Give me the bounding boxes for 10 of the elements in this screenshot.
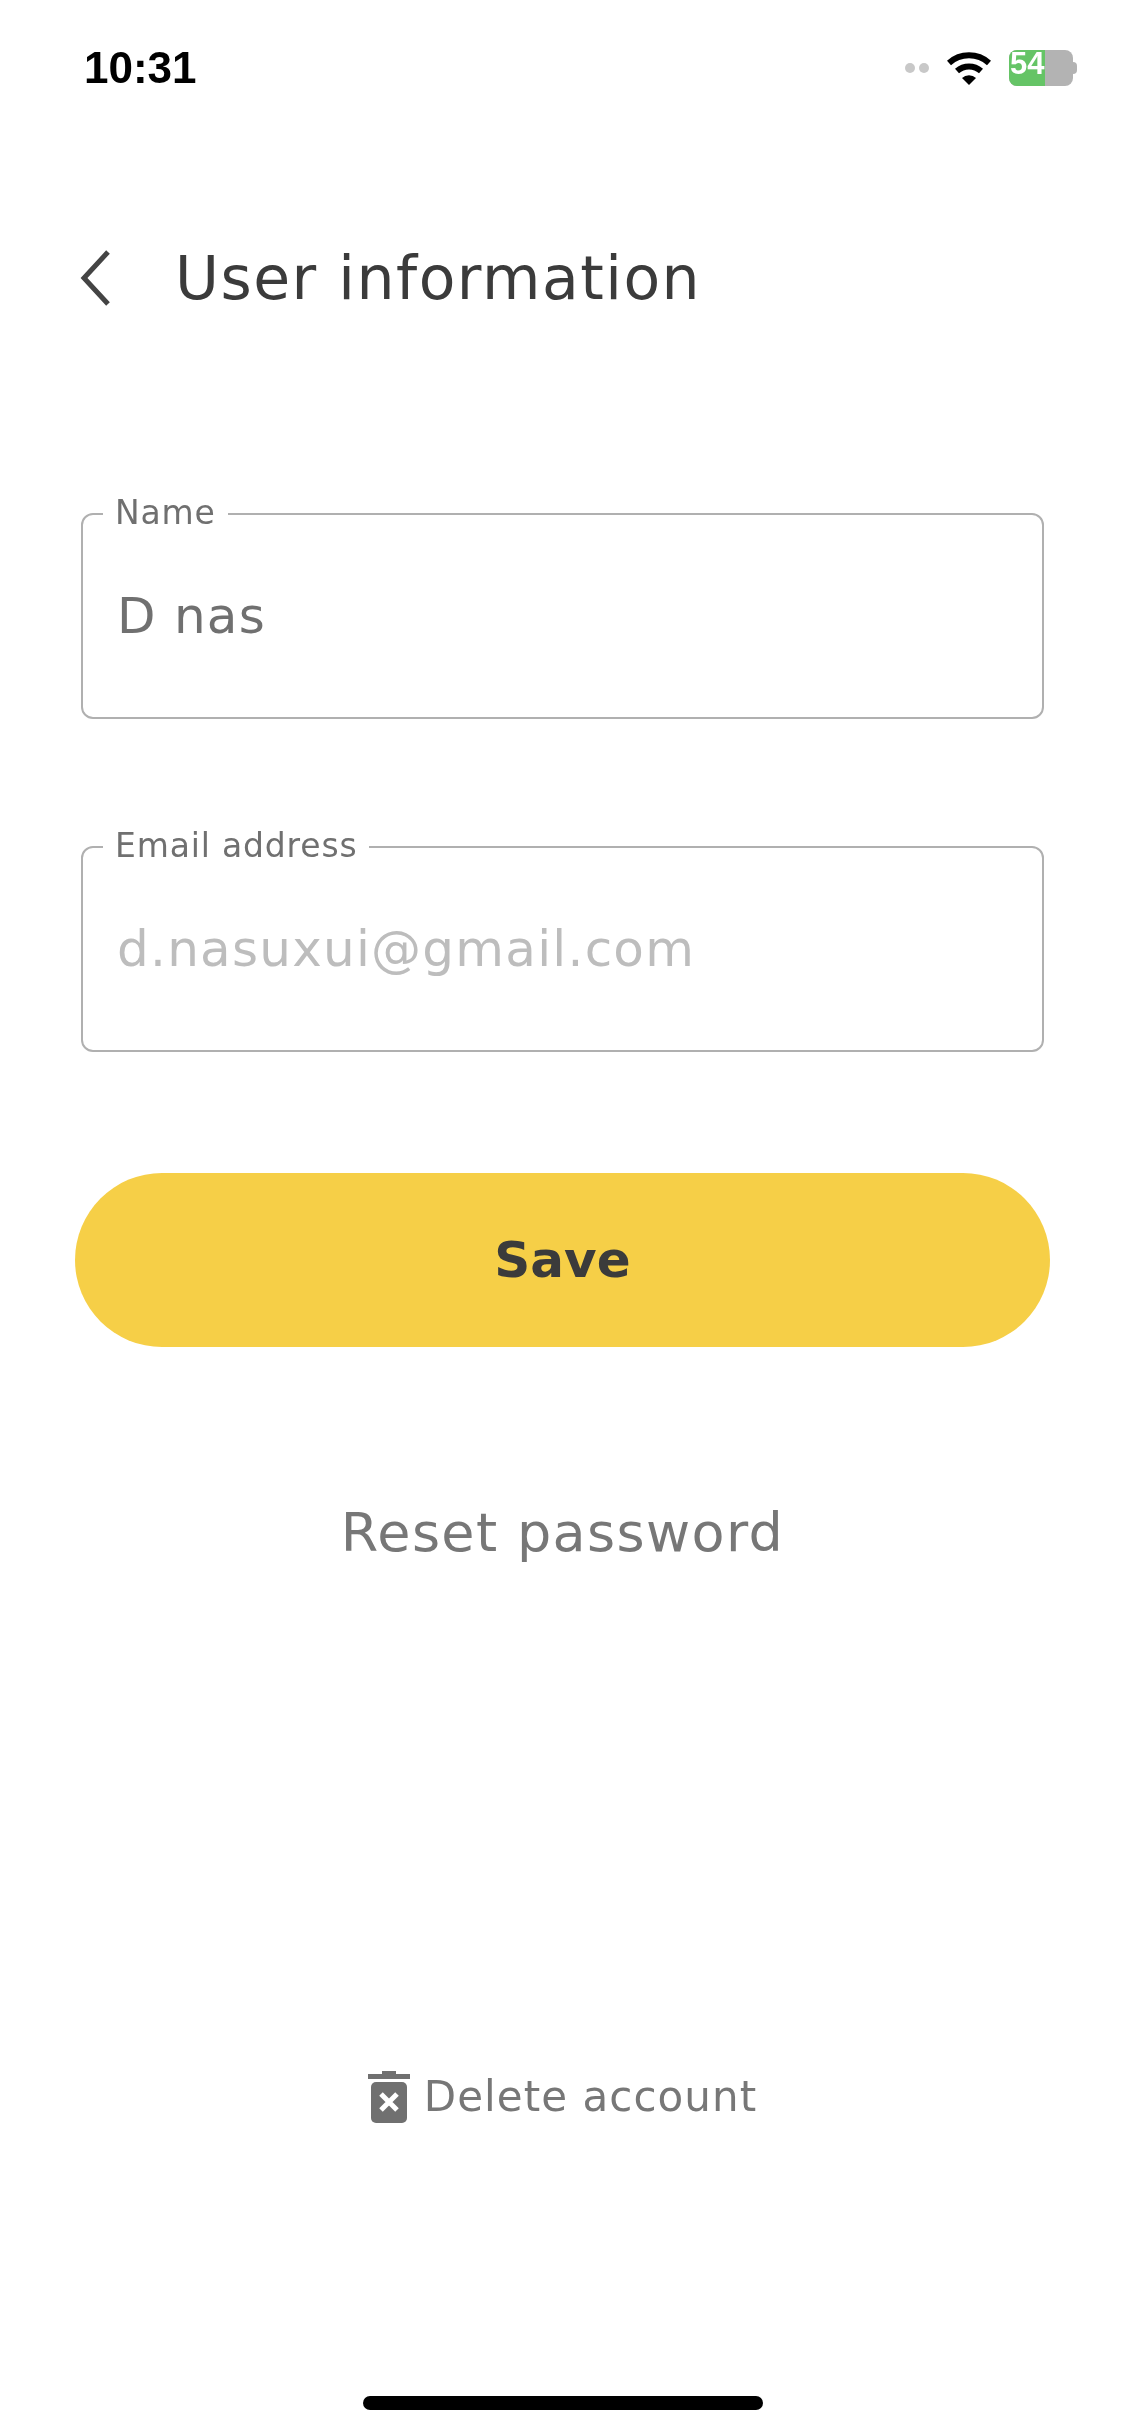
wifi-icon xyxy=(947,51,991,85)
delete-account-link[interactable]: Delete account xyxy=(367,2065,758,2128)
trash-icon xyxy=(367,2070,410,2123)
signal-icon xyxy=(905,62,929,74)
battery-percentage: 54 xyxy=(1010,48,1045,79)
battery-icon xyxy=(1009,50,1077,86)
status-time: 10:31 xyxy=(84,42,197,94)
save-button[interactable]: Save xyxy=(75,1173,1050,1347)
page-title: User information xyxy=(175,242,702,315)
reset-password-link[interactable]: Reset password xyxy=(340,1492,785,1573)
